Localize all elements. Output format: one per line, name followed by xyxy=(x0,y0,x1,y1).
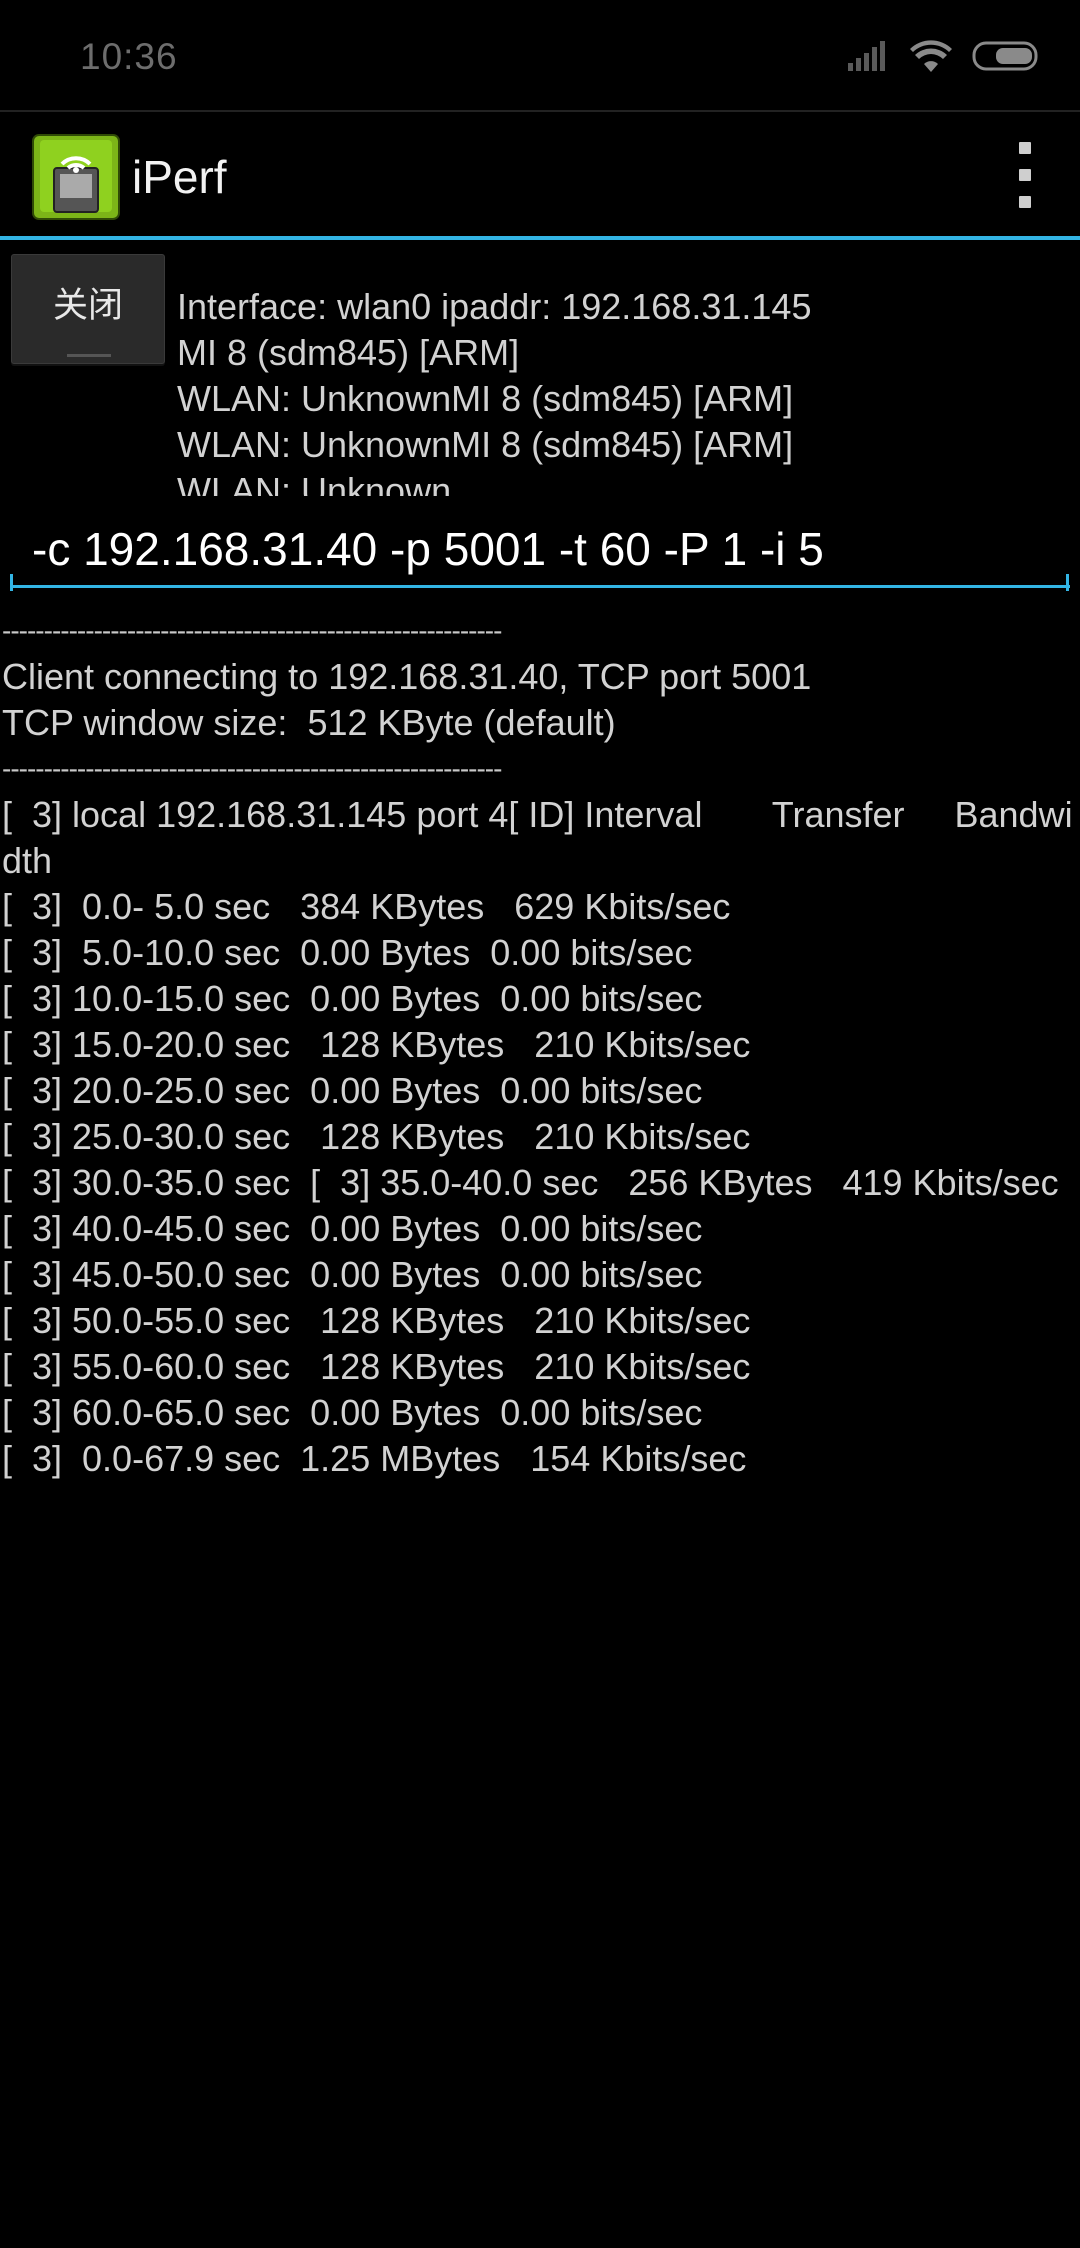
status-icons xyxy=(848,38,1042,78)
command-input[interactable] xyxy=(12,512,1070,588)
result-row: [ 3] 5.0-10.0 sec 0.00 Bytes 0.00 bits/s… xyxy=(2,932,693,973)
app-icon xyxy=(32,134,120,220)
connect-line: Client connecting to 192.168.31.40, TCP … xyxy=(2,656,812,697)
status-bar: 10:36 xyxy=(0,0,1080,110)
close-button-label: 关闭 xyxy=(52,285,123,326)
header-line: [ 3] local 192.168.31.145 port 4[ ID] In… xyxy=(2,794,1073,881)
result-row: [ 3] 0.0-67.9 sec 1.25 MBytes 154 Kbits/… xyxy=(2,1438,747,1479)
result-row: [ 3] 45.0-50.0 sec 0.00 Bytes 0.00 bits/… xyxy=(2,1254,703,1295)
info-line: MI 8 (sdm845) [ARM] xyxy=(177,332,520,373)
info-line: WLAN: UnknownMI 8 (sdm845) [ARM] xyxy=(177,378,794,419)
output-log[interactable]: ----------------------------------------… xyxy=(2,608,1078,1482)
action-bar: iPerf xyxy=(0,112,1080,236)
result-row: [ 3] 50.0-55.0 sec 128 KBytes 210 Kbits/… xyxy=(2,1300,751,1341)
result-row: [ 3] 30.0-35.0 sec [ 3] 35.0-40.0 sec 25… xyxy=(2,1162,1059,1203)
menu-dot xyxy=(1019,169,1031,181)
result-row: [ 3] 60.0-65.0 sec 0.00 Bytes 0.00 bits/… xyxy=(2,1392,703,1433)
menu-dot xyxy=(1019,142,1031,154)
result-row: [ 3] 15.0-20.0 sec 128 KBytes 210 Kbits/… xyxy=(2,1024,751,1065)
window-size-line: TCP window size: 512 KByte (default) xyxy=(2,702,616,743)
signal-icon xyxy=(848,40,890,76)
app-title: iPerf xyxy=(132,151,227,203)
action-bar-divider xyxy=(0,236,1080,240)
input-edge xyxy=(1066,574,1069,591)
interface-info[interactable]: Interface: wlan0 ipaddr: 192.168.31.145 … xyxy=(177,284,1057,496)
close-button[interactable]: 关闭 xyxy=(11,254,165,364)
separator-line: ----------------------------------------… xyxy=(2,615,502,646)
button-indicator xyxy=(67,354,111,357)
result-row: [ 3] 40.0-45.0 sec 0.00 Bytes 0.00 bits/… xyxy=(2,1208,703,1249)
result-row: [ 3] 10.0-15.0 sec 0.00 Bytes 0.00 bits/… xyxy=(2,978,703,1019)
info-line: Interface: wlan0 ipaddr: 192.168.31.145 xyxy=(177,286,812,327)
status-time: 10:36 xyxy=(80,36,178,77)
input-edge xyxy=(10,574,13,591)
wifi-icon xyxy=(910,39,952,77)
result-row: [ 3] 25.0-30.0 sec 128 KBytes 210 Kbits/… xyxy=(2,1116,751,1157)
info-line: WLAN: Unknown xyxy=(177,470,452,496)
info-line: WLAN: UnknownMI 8 (sdm845) [ARM] xyxy=(177,424,794,465)
result-row: [ 3] 55.0-60.0 sec 128 KBytes 210 Kbits/… xyxy=(2,1346,751,1387)
separator-line: ----------------------------------------… xyxy=(2,753,502,784)
result-row: [ 3] 20.0-25.0 sec 0.00 Bytes 0.00 bits/… xyxy=(2,1070,703,1111)
menu-dot xyxy=(1019,196,1031,208)
overflow-menu-icon[interactable] xyxy=(1000,142,1050,208)
battery-icon xyxy=(972,40,1042,77)
result-row: [ 3] 0.0- 5.0 sec 384 KBytes 629 Kbits/s… xyxy=(2,886,731,927)
